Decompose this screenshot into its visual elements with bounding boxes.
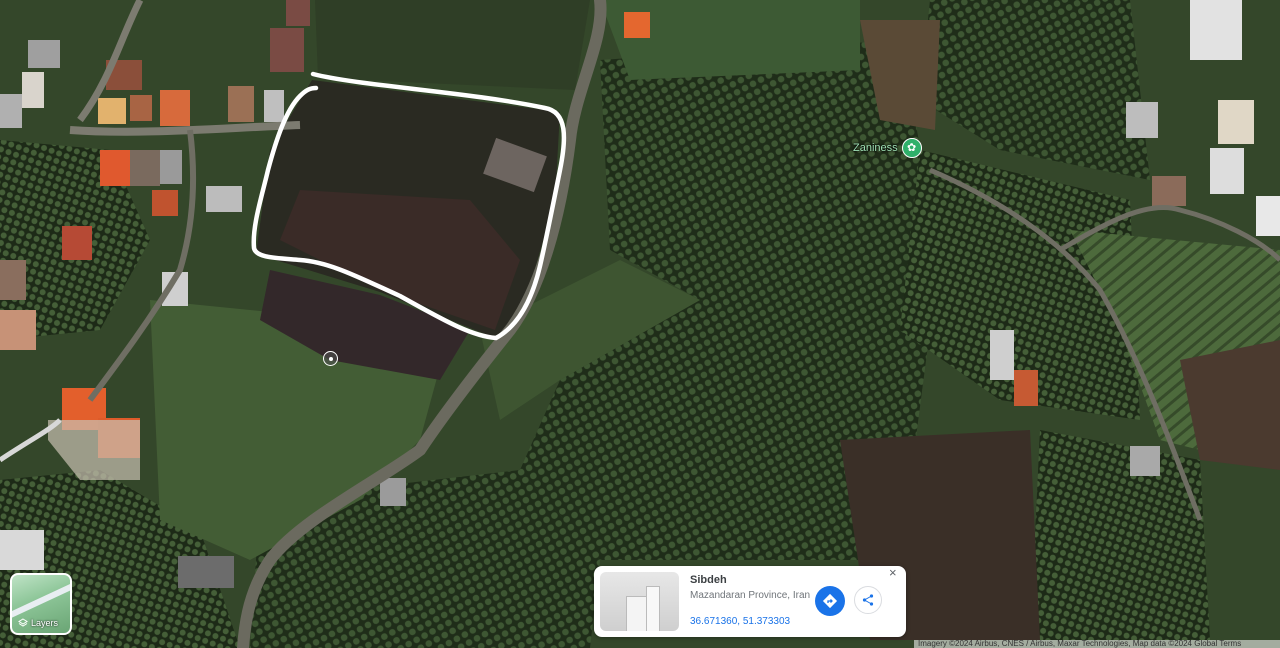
share-button[interactable]: [854, 586, 882, 614]
orchard-area: [1030, 430, 1210, 640]
layers-icon: [18, 618, 28, 627]
place-label-zaniness[interactable]: Zaniness ✿: [853, 138, 922, 158]
close-icon[interactable]: ×: [889, 566, 897, 580]
satellite-map[interactable]: [0, 0, 1280, 648]
field: [315, 0, 590, 90]
directions-button[interactable]: [815, 586, 845, 616]
place-coordinates[interactable]: 36.671360, 51.373303: [690, 616, 790, 627]
share-icon: [862, 594, 874, 606]
map-attribution: Imagery ©2024 Airbus, CNES / Airbus, Max…: [914, 640, 1280, 648]
place-info-card[interactable]: Sibdeh Mazandaran Province, Iran 36.6713…: [594, 566, 906, 637]
place-photo-thumbnail[interactable]: [600, 572, 679, 631]
park-icon: ✿: [901, 138, 922, 158]
place-title: Sibdeh: [690, 574, 727, 586]
place-subtitle: Mazandaran Province, Iran: [690, 590, 811, 601]
place-label-text: Zaniness: [853, 142, 898, 154]
directions-icon: [822, 593, 838, 609]
dropped-pin-marker[interactable]: [323, 351, 338, 366]
layers-label: Layers: [31, 618, 59, 628]
layers-button[interactable]: Layers: [10, 573, 72, 635]
